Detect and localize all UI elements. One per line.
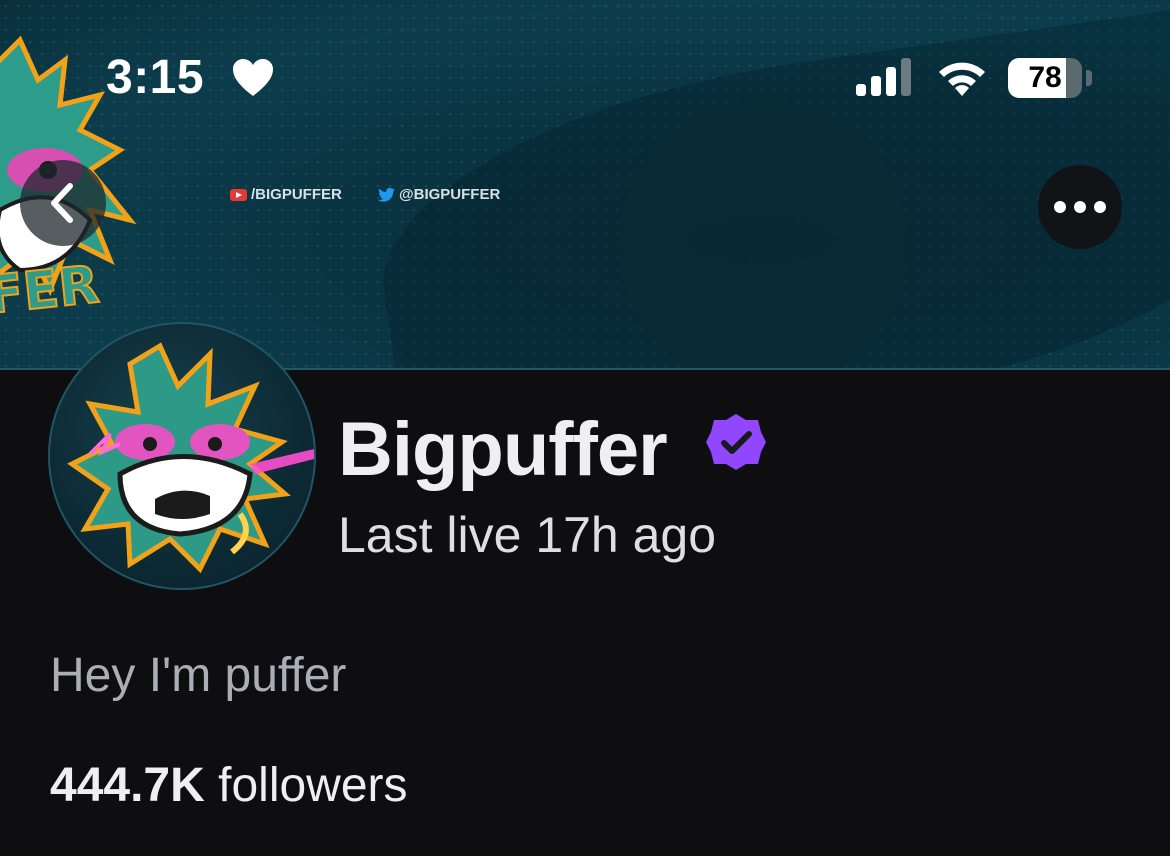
ellipsis-icon-dot — [1074, 201, 1086, 213]
followers-count[interactable]: 444.7K followers — [50, 758, 408, 813]
followers-number: 444.7K — [50, 759, 205, 812]
battery-terminal — [1086, 70, 1092, 86]
battery-percentage: 78 — [1028, 61, 1062, 94]
youtube-link: /BIGPUFFER — [230, 186, 342, 203]
last-live-status: Last live 17h ago — [338, 507, 717, 563]
wifi-icon — [939, 62, 985, 96]
ellipsis-icon — [1054, 201, 1066, 213]
cellular-signal-icon — [856, 58, 911, 96]
channel-name: Bigpuffer — [338, 407, 668, 492]
back-button[interactable] — [20, 160, 106, 246]
battery-icon: 78 — [1008, 58, 1082, 98]
youtube-handle: /BIGPUFFER — [251, 186, 342, 203]
twitter-bird-icon — [378, 187, 395, 202]
status-bar: 3:15 78 — [0, 0, 1170, 150]
svg-text:FFER: FFER — [0, 255, 102, 330]
heart-icon — [233, 59, 273, 96]
channel-avatar[interactable] — [48, 322, 316, 590]
youtube-icon — [230, 188, 247, 201]
channel-bio: Hey I'm puffer — [50, 649, 347, 702]
verified-badge-icon — [706, 414, 766, 470]
followers-label: followers — [218, 759, 408, 812]
twitter-handle: @BIGPUFFER — [399, 186, 501, 203]
more-options-button[interactable] — [1038, 165, 1122, 249]
chevron-left-icon — [51, 183, 73, 223]
twitter-link: @BIGPUFFER — [378, 186, 500, 203]
avatar-mascot-image — [67, 342, 314, 574]
status-time: 3:15 — [106, 51, 205, 104]
ellipsis-icon-dot — [1094, 201, 1106, 213]
